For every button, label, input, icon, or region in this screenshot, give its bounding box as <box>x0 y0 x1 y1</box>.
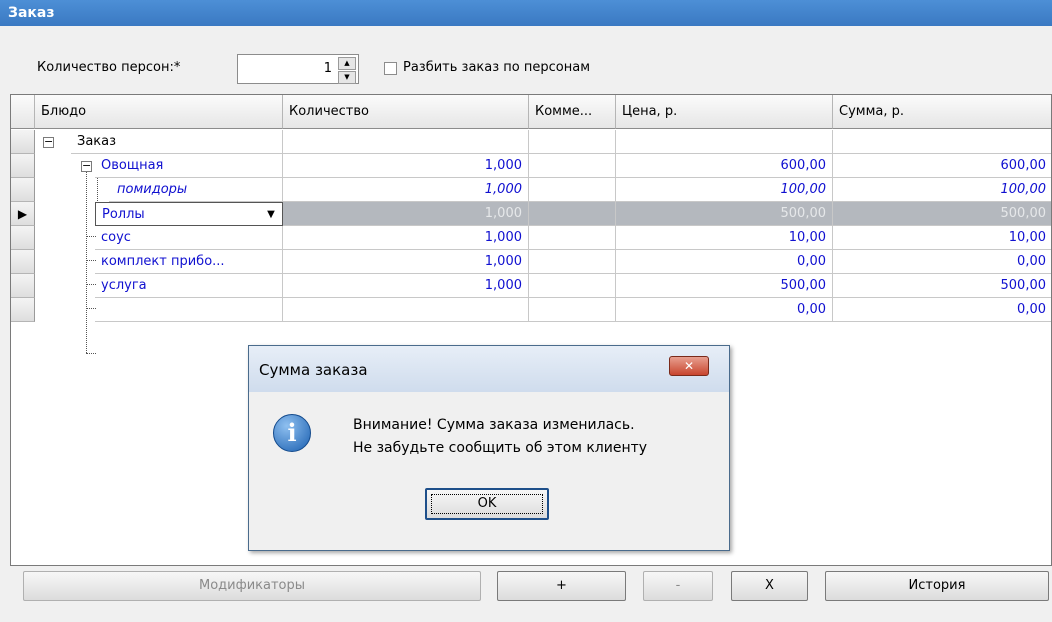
table-row[interactable]: 0,00 0,00 <box>11 298 1051 322</box>
sum-cell: 0,00 <box>833 250 1051 274</box>
spin-down-icon[interactable]: ▼ <box>338 71 356 84</box>
triangle-right-icon[interactable]: ▶ <box>11 202 35 226</box>
row-indicator[interactable] <box>11 178 35 202</box>
table-row[interactable]: − Овощная 1,000 600,00 600,00 <box>11 154 1051 178</box>
remove-button[interactable]: - <box>643 571 713 601</box>
price-cell: 10,00 <box>616 226 833 250</box>
persons-value: 1 <box>323 61 332 76</box>
add-button[interactable]: + <box>497 571 626 601</box>
chevron-down-icon[interactable]: ▼ <box>263 207 279 222</box>
close-icon[interactable]: ✕ <box>669 356 709 376</box>
sum-cell: 0,00 <box>833 298 1051 322</box>
tree-line <box>86 353 96 354</box>
dialog-title: Сумма заказа <box>259 361 368 379</box>
quantity-cell: 1,000 <box>283 226 529 250</box>
dish-name: помидоры <box>109 178 283 202</box>
price-cell: 500,00 <box>616 274 833 298</box>
sum-cell: 10,00 <box>833 226 1051 250</box>
dish-name-dropdown[interactable]: Роллы ▼ <box>95 202 283 226</box>
spin-up-icon[interactable]: ▲ <box>338 57 356 70</box>
ok-button[interactable]: OK <box>425 488 549 520</box>
quantity-cell <box>283 298 529 322</box>
row-indicator[interactable] <box>11 154 35 178</box>
sum-cell <box>833 130 1051 154</box>
price-cell: 600,00 <box>616 154 833 178</box>
comment-cell <box>529 226 616 250</box>
collapse-icon[interactable]: − <box>43 136 54 148</box>
header-dish[interactable]: Блюдо <box>35 95 283 129</box>
row-indicator[interactable] <box>11 274 35 298</box>
table-row[interactable]: соус 1,000 10,00 10,00 <box>11 226 1051 250</box>
split-by-persons-checkbox[interactable] <box>384 62 397 75</box>
dialog-message-line1: Внимание! Сумма заказа изменилась. <box>353 417 635 433</box>
history-button[interactable]: История <box>825 571 1049 601</box>
dish-name: комплект прибо... <box>95 250 283 274</box>
sum-cell: 500,00 <box>833 274 1051 298</box>
dish-name: Овощная <box>95 154 283 178</box>
comment-cell <box>529 202 616 226</box>
split-by-persons-label: Разбить заказ по персонам <box>403 60 591 75</box>
info-icon: i <box>273 414 311 452</box>
quantity-cell <box>283 130 529 154</box>
dish-name: Заказ <box>71 130 283 154</box>
order-sum-dialog: Сумма заказа ✕ i Внимание! Сумма заказа … <box>248 345 730 551</box>
dish-name <box>95 298 283 322</box>
header-quantity[interactable]: Количество <box>283 95 529 129</box>
comment-cell <box>529 298 616 322</box>
row-indicator[interactable] <box>11 298 35 322</box>
quantity-cell: 1,000 <box>283 274 529 298</box>
row-indicator[interactable] <box>11 250 35 274</box>
dish-name: услуга <box>95 274 283 298</box>
table-row[interactable]: помидоры 1,000 100,00 100,00 <box>11 178 1051 202</box>
dialog-message-line2: Не забудьте сообщить об этом клиенту <box>353 440 648 456</box>
window-title: Заказ <box>0 0 1052 26</box>
collapse-icon[interactable]: − <box>81 160 92 172</box>
header-corner <box>11 95 35 129</box>
sum-cell: 100,00 <box>833 178 1051 202</box>
comment-cell <box>529 154 616 178</box>
sum-cell: 600,00 <box>833 154 1051 178</box>
price-cell <box>616 130 833 154</box>
header-sum[interactable]: Сумма, р. <box>833 95 1051 129</box>
dialog-title-bar: Сумма заказа ✕ <box>249 346 729 392</box>
sum-cell: 500,00 <box>833 202 1051 226</box>
header-price[interactable]: Цена, р. <box>616 95 833 129</box>
table-row-selected[interactable]: ▶ Роллы ▼ 1,000 500,00 500,00 <box>11 202 1051 226</box>
row-indicator[interactable] <box>11 130 35 154</box>
delete-button[interactable]: X <box>731 571 808 601</box>
quantity-cell: 1,000 <box>283 178 529 202</box>
price-cell: 0,00 <box>616 298 833 322</box>
table-row[interactable]: комплект прибо... 1,000 0,00 0,00 <box>11 250 1051 274</box>
quantity-cell: 1,000 <box>283 202 529 226</box>
header-comment[interactable]: Комме... <box>529 95 616 129</box>
dish-name: соус <box>95 226 283 250</box>
comment-cell <box>529 178 616 202</box>
comment-cell <box>529 274 616 298</box>
quantity-cell: 1,000 <box>283 250 529 274</box>
table-row[interactable]: услуга 1,000 500,00 500,00 <box>11 274 1051 298</box>
row-indicator[interactable] <box>11 226 35 250</box>
comment-cell <box>529 130 616 154</box>
modifiers-button[interactable]: Модификаторы <box>23 571 481 601</box>
focus-rect <box>431 494 543 514</box>
persons-label: Количество персон:* <box>37 60 181 75</box>
price-cell: 500,00 <box>616 202 833 226</box>
table-row[interactable]: − Заказ <box>11 130 1051 154</box>
price-cell: 0,00 <box>616 250 833 274</box>
dish-name: Роллы <box>102 207 145 222</box>
persons-spinner[interactable]: 1 ▲ ▼ <box>237 54 359 84</box>
price-cell: 100,00 <box>616 178 833 202</box>
comment-cell <box>529 250 616 274</box>
quantity-cell: 1,000 <box>283 154 529 178</box>
